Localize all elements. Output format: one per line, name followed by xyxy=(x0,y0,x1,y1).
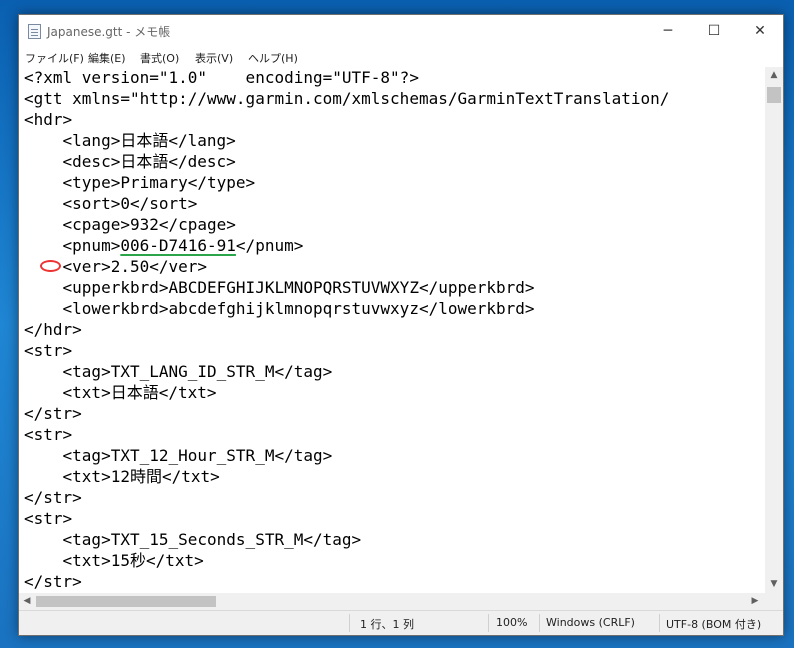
scrollbar-corner xyxy=(765,593,783,610)
status-divider xyxy=(539,614,540,632)
editor-line: <upperkbrd>ABCDEFGHIJKLMNOPQRSTUVWXYZ</u… xyxy=(24,278,535,297)
editor-line-pnum: <pnum>006-D7416-91</pnum> xyxy=(24,235,304,256)
notepad-icon xyxy=(28,24,41,39)
editor-line: <tag>TXT_15_Seconds_STR_M</tag> xyxy=(24,530,362,549)
status-divider xyxy=(659,614,660,632)
vertical-scroll-thumb[interactable] xyxy=(767,87,781,103)
editor-line: <gtt xmlns="http://www.garmin.com/xmlsch… xyxy=(24,89,670,108)
pnum-value: 006-D7416-91 xyxy=(120,236,236,255)
horizontal-scrollbar[interactable]: ◀ ▶ xyxy=(19,593,765,610)
editor-line: <sort>0</sort> xyxy=(24,194,198,213)
pnum-open-tag: <pnum> xyxy=(24,236,121,255)
editor-line: <str> xyxy=(24,341,73,360)
annotation-circle-marker xyxy=(40,260,61,272)
editor-line: <lang>日本語</lang> xyxy=(24,131,236,150)
editor-line: </str> xyxy=(24,572,82,591)
horizontal-scroll-thumb[interactable] xyxy=(36,596,216,607)
editor-line: <type>Primary</type> xyxy=(24,173,256,192)
close-button[interactable]: ✕ xyxy=(737,15,783,47)
maximize-button[interactable]: ☐ xyxy=(691,15,737,47)
notepad-window: Japanese.gtt - メモ帳 ─ ☐ ✕ ファイル(F) 編集(E) 書… xyxy=(18,14,784,636)
editor-line: <txt>12時間</txt> xyxy=(24,467,220,486)
menu-view[interactable]: 表示(V) xyxy=(195,50,233,66)
zoom-level: 100% xyxy=(496,616,528,629)
menu-file[interactable]: ファイル(F) xyxy=(25,50,84,66)
menu-help[interactable]: ヘルプ(H) xyxy=(248,50,298,66)
scroll-left-icon[interactable]: ◀ xyxy=(19,596,35,606)
editor-line: <tag>TXT_12_Hour_STR_M</tag> xyxy=(24,446,333,465)
status-divider xyxy=(349,614,350,632)
editor-line: <cpage>932</cpage> xyxy=(24,215,236,234)
editor-line: </hdr> xyxy=(24,320,82,339)
editor-line: <?xml version="1.0" encoding="UTF-8"?> xyxy=(24,68,419,87)
menu-edit[interactable]: 編集(E) xyxy=(88,50,126,66)
minimize-button[interactable]: ─ xyxy=(645,15,691,47)
vertical-scrollbar[interactable]: ▲ ▼ xyxy=(765,67,783,593)
editor-line: <desc>日本語</desc> xyxy=(24,152,236,171)
editor-line: <txt>日本語</txt> xyxy=(24,383,217,402)
cursor-position: 1 行、1 列 xyxy=(360,618,414,631)
scroll-up-icon[interactable]: ▲ xyxy=(765,70,783,80)
editor-line: <txt>15秒</txt> xyxy=(24,551,204,570)
scroll-down-icon[interactable]: ▼ xyxy=(765,579,783,589)
status-divider xyxy=(488,614,489,632)
menu-bar: ファイル(F) 編集(E) 書式(O) 表示(V) ヘルプ(H) xyxy=(19,47,783,67)
text-editor[interactable]: <?xml version="1.0" encoding="UTF-8"?> <… xyxy=(19,67,765,593)
editor-line: </str> xyxy=(24,488,82,507)
status-bar: 1 行、1 列 100% Windows (CRLF) UTF-8 (BOM 付… xyxy=(19,610,783,635)
file-encoding: UTF-8 (BOM 付き) xyxy=(666,618,762,631)
title-bar[interactable]: Japanese.gtt - メモ帳 ─ ☐ ✕ xyxy=(19,15,783,47)
pnum-close-tag: </pnum> xyxy=(235,236,304,255)
line-ending: Windows (CRLF) xyxy=(546,616,635,629)
menu-format[interactable]: 書式(O) xyxy=(140,50,179,66)
editor-line: <lowerkbrd>abcdefghijklmnopqrstuvwxyz</l… xyxy=(24,299,535,318)
window-title: Japanese.gtt - メモ帳 xyxy=(47,25,171,39)
editor-line: <tag>TXT_LANG_ID_STR_M</tag> xyxy=(24,362,333,381)
editor-line: </str> xyxy=(24,404,82,423)
editor-line: <hdr> xyxy=(24,110,73,129)
editor-line: <str> xyxy=(24,425,73,444)
editor-line: <str> xyxy=(24,509,73,528)
scroll-right-icon[interactable]: ▶ xyxy=(747,596,763,606)
